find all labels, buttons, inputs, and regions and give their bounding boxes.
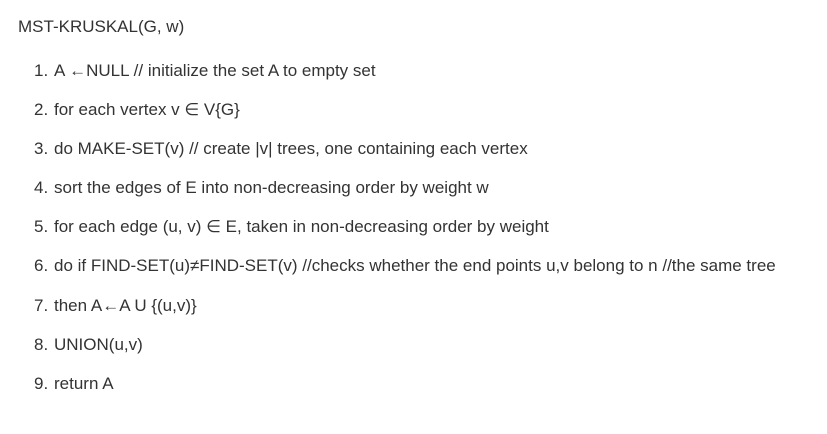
step-number: 5.	[34, 217, 49, 236]
step-number: 9.	[34, 374, 49, 393]
step-text: sort the edges of E into non-decreasing …	[54, 178, 489, 197]
step-number: 2.	[34, 100, 49, 119]
step-8: 8. UNION(u,v)	[34, 332, 814, 357]
step-text: do MAKE-SET(v) // create |v| trees, one …	[54, 139, 528, 158]
step-1: 1. A ←NULL // initialize the set A to em…	[34, 58, 814, 83]
step-text: then A←A U {(u,v)}	[54, 296, 197, 315]
step-9: 9. return A	[34, 371, 814, 396]
step-number: 1.	[34, 61, 49, 80]
algorithm-title: MST-KRUSKAL(G, w)	[18, 17, 185, 36]
step-6: 6. do if FIND-SET(u)≠FIND-SET(v) //check…	[34, 253, 814, 278]
step-text: do if FIND-SET(u)≠FIND-SET(v) //checks w…	[54, 256, 776, 275]
step-text: UNION(u,v)	[54, 335, 143, 354]
algorithm-steps-list: 1. A ←NULL // initialize the set A to em…	[34, 58, 814, 410]
step-text: for each vertex v ∈ V{G}	[54, 100, 240, 119]
step-number: 4.	[34, 178, 49, 197]
step-7: 7. then A←A U {(u,v)}	[34, 293, 814, 318]
step-4: 4. sort the edges of E into non-decreasi…	[34, 175, 814, 200]
step-number: 3.	[34, 139, 49, 158]
document-page: MST-KRUSKAL(G, w) 1. A ←NULL // initiali…	[0, 0, 828, 434]
step-text: A ←NULL // initialize the set A to empty…	[54, 61, 376, 80]
step-2: 2. for each vertex v ∈ V{G}	[34, 97, 814, 122]
step-text: for each edge (u, v) ∈ E, taken in non-d…	[54, 217, 549, 236]
step-number: 8.	[34, 335, 49, 354]
step-number: 7.	[34, 296, 49, 315]
step-3: 3. do MAKE-SET(v) // create |v| trees, o…	[34, 136, 814, 161]
step-text: return A	[54, 374, 114, 393]
step-number: 6.	[34, 256, 49, 275]
step-5: 5. for each edge (u, v) ∈ E, taken in no…	[34, 214, 814, 239]
